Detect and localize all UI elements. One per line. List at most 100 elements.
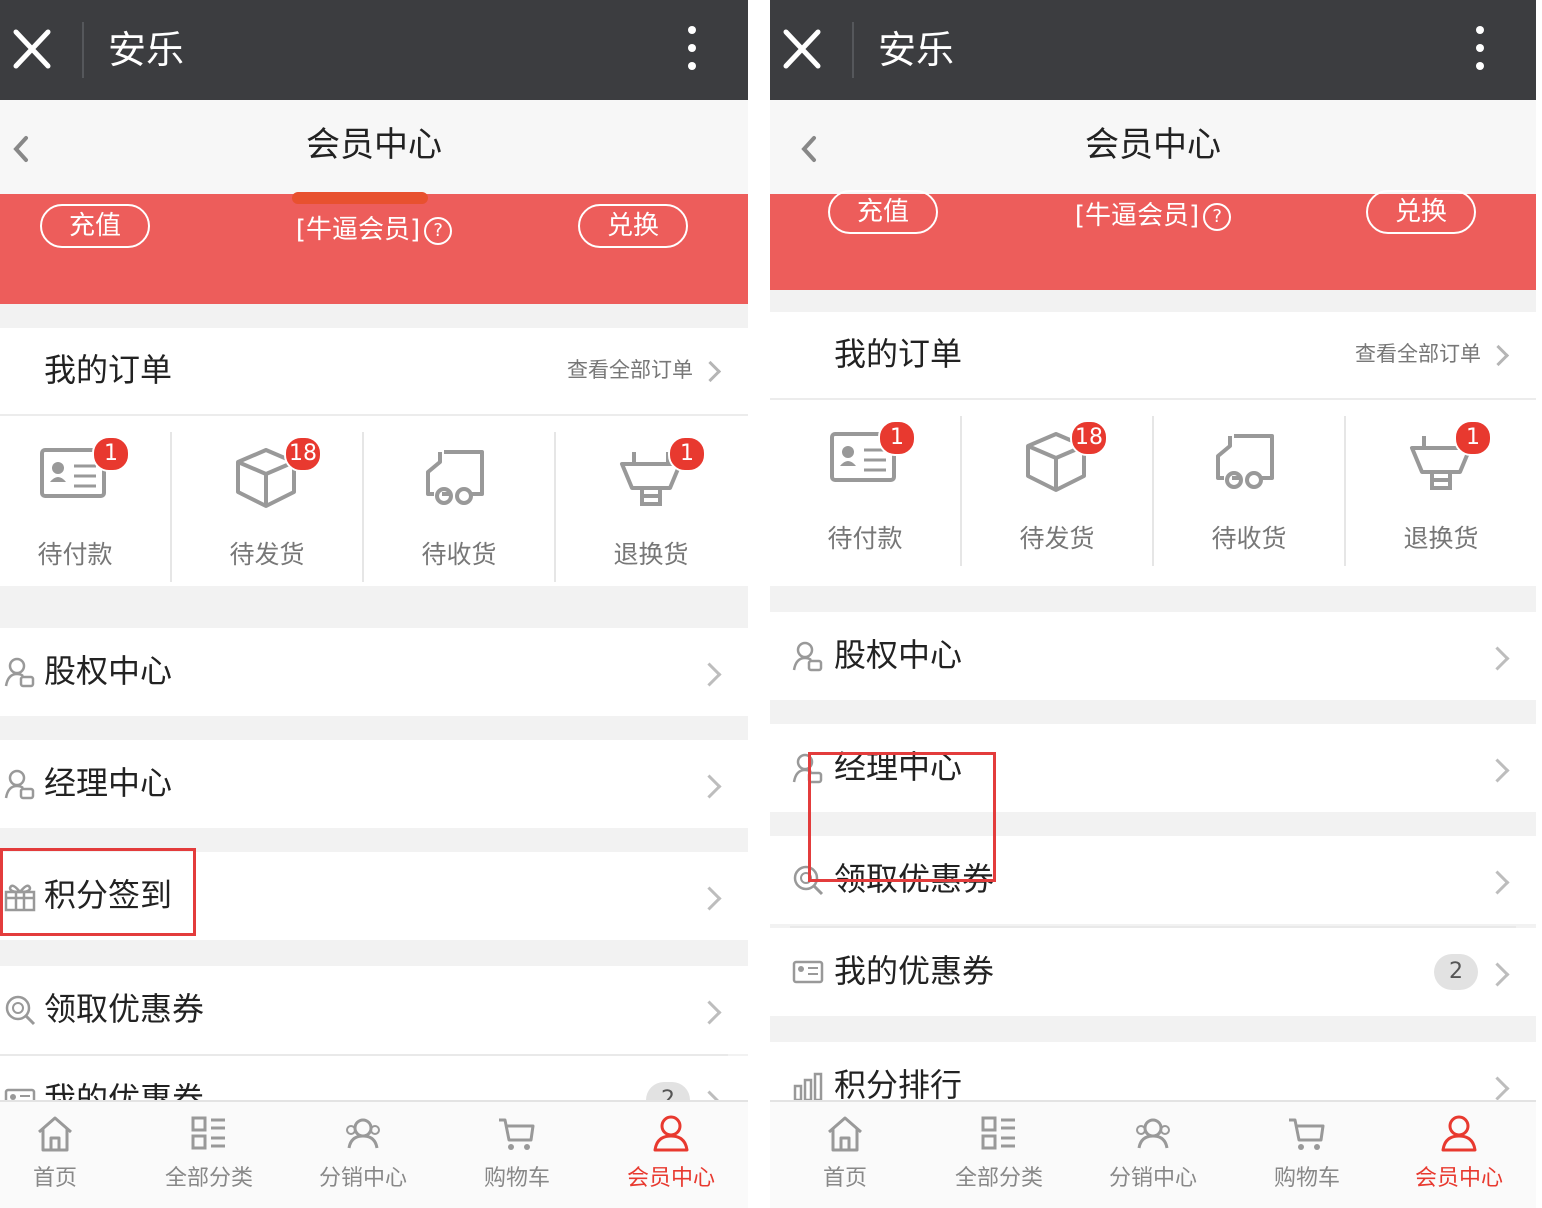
chevron-right-icon [699,360,722,382]
order-status-return[interactable]: 1 退换货 [1346,416,1536,572]
menu-item-my-coupons[interactable]: 我的优惠券 2 [770,928,1536,1016]
more-vertical-icon[interactable] [1472,26,1488,74]
menu-item-label: 领取优惠券 [44,990,205,1028]
member-user-icon [653,1115,689,1152]
orders-header[interactable]: 我的订单 查看全部订单 [0,328,748,416]
order-badge: 18 [284,436,322,472]
exchange-button[interactable]: 兑换 [1366,190,1476,234]
distribution-users-icon [346,1118,380,1149]
order-status-label: 待付款 [827,524,903,553]
menu-item-equity-center[interactable]: 股权中心 [770,612,1536,700]
tab-distribution-center[interactable]: 分销中心 [1078,1102,1228,1208]
chevron-right-icon [697,886,722,911]
tab-label: 全部分类 [164,1166,253,1191]
home-icon [38,1116,72,1152]
chevron-right-icon [1487,344,1510,366]
tab-all-categories[interactable]: 全部分类 [134,1102,284,1208]
order-status-label: 退换货 [613,540,689,569]
tab-label: 会员中心 [626,1166,715,1191]
orders-header[interactable]: 我的订单 查看全部订单 [770,312,1536,400]
cart-icon [499,1118,535,1150]
view-all-orders-link[interactable]: 查看全部订单 [567,354,722,386]
member-banner: 充值 [牛逼会员]? 兑换 [770,190,1536,290]
tab-all-categories[interactable]: 全部分类 [924,1102,1074,1208]
window-title: 安乐 [108,28,185,72]
member-level-text: [牛逼会员] [295,215,421,245]
titlebar-divider [852,22,854,78]
tab-member-center[interactable]: 会员中心 [1384,1102,1534,1208]
menu-item-label: 股权中心 [834,636,963,674]
highlight-box [0,848,196,936]
order-status-pending-payment[interactable]: 1 待付款 [0,432,170,588]
menu-item-manager-center[interactable]: 经理中心 [0,740,748,828]
coupon-count-badge: 2 [1434,954,1478,990]
tab-distribution-center[interactable]: 分销中心 [288,1102,438,1208]
wechat-titlebar: 安乐 [770,0,1536,100]
order-badge: 1 [1454,420,1492,456]
order-status-label: 待发货 [1019,524,1095,553]
exchange-button[interactable]: 兑换 [578,204,688,248]
tab-cart[interactable]: 购物车 [1232,1102,1382,1208]
cart-icon [1289,1118,1325,1150]
page-title: 会员中心 [1085,125,1221,165]
home-icon [828,1116,862,1152]
view-all-orders-text: 查看全部订单 [1355,342,1481,366]
order-badge: 1 [668,436,706,472]
equity-user-icon [4,657,35,688]
view-all-orders-link[interactable]: 查看全部订单 [1355,338,1510,370]
chevron-right-icon [697,774,722,799]
order-status-pending-receipt[interactable]: 待收货 [364,432,554,588]
view-all-orders-text: 查看全部订单 [567,358,693,382]
help-circle-icon[interactable]: ? [1203,202,1232,231]
tab-member-center[interactable]: 会员中心 [596,1102,746,1208]
coupon-search-icon [5,995,36,1026]
tab-cart[interactable]: 购物车 [442,1102,592,1208]
phone-screen-right: 安乐 会员中心 充值 [牛逼会员]? 兑换 我的订单 查看全部订单 1 待付款 … [770,0,1536,1208]
order-status-pending-receipt[interactable]: 待收货 [1154,416,1344,572]
highlight-box [808,752,996,882]
chevron-right-icon [1485,758,1510,783]
order-status-label: 待付款 [37,540,113,569]
delivery-truck-icon [426,450,484,505]
order-status-pending-shipment[interactable]: 18 待发货 [962,416,1152,572]
category-grid-icon [981,1116,1015,1150]
menu-item-equity-center[interactable]: 股权中心 [0,628,748,716]
nav-bar: 会员中心 [0,100,748,194]
tab-label: 首页 [822,1166,867,1191]
chevron-right-icon [1485,962,1510,987]
tab-home[interactable]: 首页 [0,1102,130,1208]
member-user-icon [1441,1115,1477,1152]
coupon-card-icon [792,960,824,984]
order-status-row: 1 待付款 18 待发货 待收货 1 退换货 [0,416,748,586]
order-status-label: 待收货 [1211,524,1287,553]
menu-item-get-coupons[interactable]: 领取优惠券 [0,966,748,1054]
distribution-users-icon [1136,1118,1170,1149]
tab-home[interactable]: 首页 [770,1102,920,1208]
tab-label: 分销中心 [318,1166,407,1191]
delivery-truck-icon [1216,434,1274,489]
order-badge: 18 [1070,420,1108,456]
order-status-label: 待收货 [421,540,497,569]
chevron-right-icon [1485,1076,1510,1101]
wechat-titlebar: 安乐 [0,0,748,100]
order-status-pending-payment[interactable]: 1 待付款 [770,416,960,572]
help-circle-icon[interactable]: ? [424,216,453,245]
tab-label: 会员中心 [1414,1166,1503,1191]
ranking-bars-icon [793,1072,823,1102]
tab-label: 购物车 [483,1166,550,1191]
order-status-label: 退换货 [1403,524,1479,553]
order-badge: 1 [92,436,130,472]
more-vertical-icon[interactable] [684,26,700,74]
bottom-tab-bar: 首页 全部分类 分销中心 购物车 会员中心 [0,1100,748,1208]
close-icon[interactable] [10,24,54,74]
member-level-text: [牛逼会员] [1074,201,1200,231]
chevron-right-icon [1485,870,1510,895]
menu-item-label: 股权中心 [44,652,173,690]
equity-user-icon [792,641,823,672]
title-underline [292,192,428,204]
menu-item-label: 我的优惠券 [834,952,995,990]
close-icon[interactable] [780,24,824,74]
order-status-pending-shipment[interactable]: 18 待发货 [172,432,362,588]
order-status-return[interactable]: 1 退换货 [556,432,746,588]
order-status-row: 1 待付款 18 待发货 待收货 1 退换货 [770,400,1536,586]
